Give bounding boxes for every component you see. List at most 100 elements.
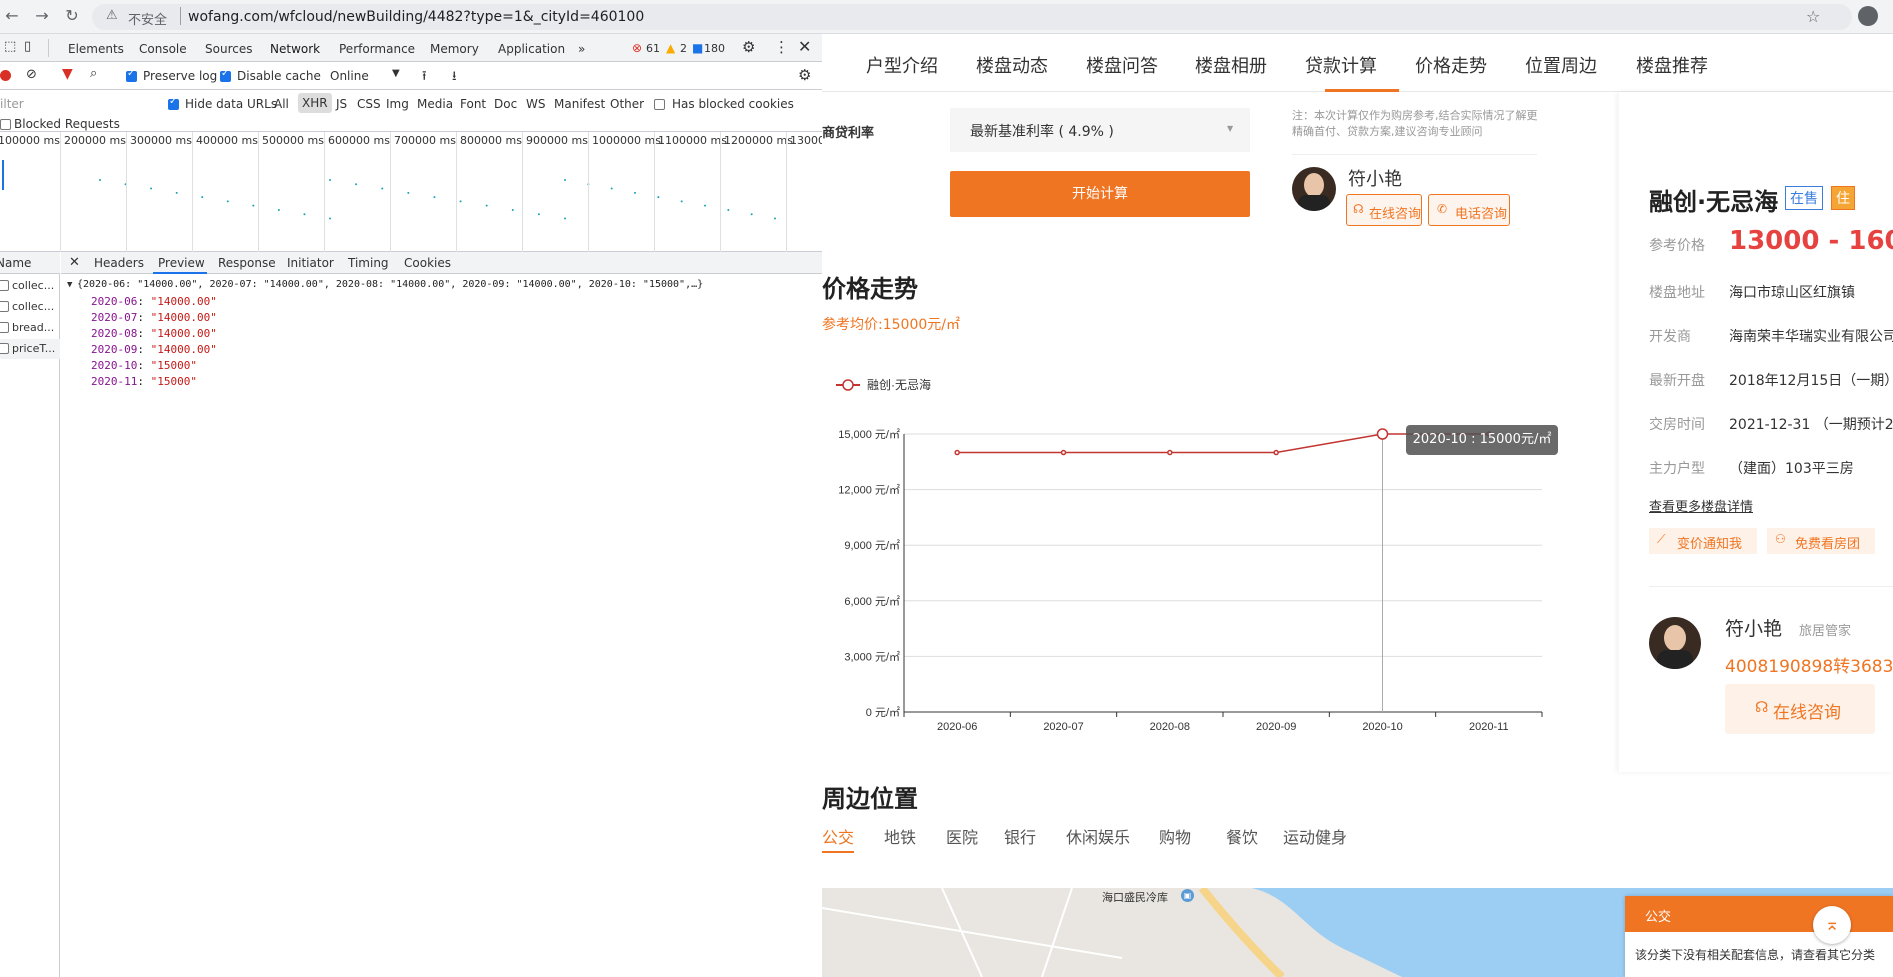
has-blocked-cookies-checkbox[interactable] xyxy=(654,99,665,110)
close-detail-icon[interactable]: ✕ xyxy=(69,255,80,270)
price-trend-chart[interactable]: 融创·无忌海 0 元/㎡ 3,000 元/㎡ 6,000 元/㎡ 9,000 元/㎡ 12… xyxy=(822,324,1562,744)
tab-initiator[interactable]: Initiator xyxy=(287,256,334,270)
filter-type-img[interactable]: Img xyxy=(386,97,409,111)
network-overview-timeline[interactable]: 100000 ms 200000 ms 300000 ms 400000 ms 5000… xyxy=(0,132,859,252)
address-bar[interactable]: ⚠ 不安全 wofang.com/wfcloud/newBuilding/448… xyxy=(92,4,1852,30)
poi-tab[interactable]: 购物 xyxy=(1159,824,1191,848)
kebab-menu-icon[interactable]: ⋮ xyxy=(774,38,789,56)
tab-performance[interactable]: Performance xyxy=(339,42,415,56)
request-row[interactable]: collec... xyxy=(0,297,60,317)
filter-type-js[interactable]: JS xyxy=(336,97,347,111)
agent-consult-button[interactable]: ☊ 在线咨询 xyxy=(1725,684,1875,734)
nav-item[interactable]: 楼盘问答 xyxy=(1086,52,1158,78)
poi-tab[interactable]: 运动健身 xyxy=(1283,824,1347,848)
poi-tab[interactable]: 银行 xyxy=(1004,824,1036,848)
start-calc-button[interactable]: 开始计算 xyxy=(950,171,1250,217)
tab-response[interactable]: Response xyxy=(218,256,276,270)
tab-timing[interactable]: Timing xyxy=(348,256,389,270)
profile-avatar-icon[interactable] xyxy=(1858,6,1878,26)
bookmark-star-icon[interactable]: ☆ xyxy=(1806,7,1820,26)
request-row[interactable]: bread... xyxy=(0,318,60,338)
preserve-log-checkbox[interactable] xyxy=(126,68,137,82)
device-toggle-icon[interactable]: ▯ xyxy=(24,39,31,54)
settings-gear-icon[interactable]: ⚙ xyxy=(742,38,755,56)
preview-row[interactable]: 2020-11: "15000" xyxy=(91,375,197,388)
preview-row[interactable]: 2020-09: "14000.00" xyxy=(91,343,217,356)
close-icon[interactable]: ✕ xyxy=(798,37,811,56)
preview-summary[interactable]: {2020-06: "14000.00", 2020-07: "14000.00… xyxy=(77,279,703,290)
security-label[interactable]: 不安全 xyxy=(128,9,167,28)
phone-consult-button[interactable]: ✆ 电话咨询 xyxy=(1428,194,1510,226)
filter-funnel-icon[interactable]: ▼ xyxy=(62,66,73,82)
nav-item[interactable]: 楼盘推荐 xyxy=(1636,52,1708,78)
poi-tab[interactable]: 地铁 xyxy=(884,824,916,848)
nav-item[interactable]: 楼盘动态 xyxy=(976,52,1048,78)
agent-phone[interactable]: 4008190898转3683 xyxy=(1725,652,1893,677)
tab-network[interactable]: Network xyxy=(263,42,327,68)
message-icon[interactable]: ■ xyxy=(692,41,703,55)
tab-sources[interactable]: Sources xyxy=(205,42,252,56)
tab-application[interactable]: Application xyxy=(498,42,565,56)
nav-item[interactable]: 楼盘相册 xyxy=(1195,52,1267,78)
download-icon[interactable]: ⭳ xyxy=(452,67,457,89)
tab-preview[interactable]: Preview xyxy=(158,256,205,270)
poi-tab[interactable]: 休闲娱乐 xyxy=(1066,824,1130,848)
request-row[interactable]: priceT... xyxy=(0,339,60,359)
filter-type-media[interactable]: Media xyxy=(417,97,453,111)
map-pin-icon[interactable]: ▣ xyxy=(1181,889,1194,902)
blocked-requests-checkbox[interactable] xyxy=(0,119,11,130)
forward-icon[interactable]: → xyxy=(32,6,52,25)
tab-headers[interactable]: Headers xyxy=(94,256,144,270)
filter-type-ws[interactable]: WS xyxy=(526,97,545,111)
filter-type-other[interactable]: Other xyxy=(610,97,644,111)
nav-item[interactable]: 位置周边 xyxy=(1525,52,1597,78)
preview-row[interactable]: 2020-06: "14000.00" xyxy=(91,295,217,308)
filter-type-all[interactable]: All xyxy=(274,97,289,111)
record-icon[interactable] xyxy=(0,70,11,81)
chevron-down-icon[interactable]: ▼ xyxy=(392,68,400,79)
poi-tab[interactable]: 餐饮 xyxy=(1226,824,1258,848)
hide-data-urls-checkbox[interactable] xyxy=(168,96,179,110)
warning-icon[interactable]: ▲ xyxy=(666,41,675,55)
nav-item[interactable]: 户型介绍 xyxy=(866,52,938,78)
filter-input[interactable]: Filter xyxy=(0,97,24,111)
agent-avatar[interactable] xyxy=(1292,167,1336,211)
reload-icon[interactable]: ↻ xyxy=(62,6,82,25)
more-tabs-button[interactable]: » xyxy=(578,42,585,56)
poi-tab[interactable]: 医院 xyxy=(946,824,978,848)
warning-icon[interactable]: ⚠ xyxy=(106,8,118,23)
throttle-select[interactable]: Online xyxy=(330,69,369,83)
request-row[interactable]: collec... xyxy=(0,276,60,296)
error-count[interactable]: 61 xyxy=(646,42,660,55)
inspect-icon[interactable]: ⬚ xyxy=(4,39,16,54)
filter-type-doc[interactable]: Doc xyxy=(494,97,517,111)
expand-triangle-icon[interactable]: ▼ xyxy=(67,280,72,290)
preview-row[interactable]: 2020-10: "15000" xyxy=(91,359,197,372)
more-details-link[interactable]: 查看更多楼盘详情 xyxy=(1649,496,1753,515)
loan-rate-select[interactable]: 最新基准利率 ( 4.9% ) ▼ xyxy=(950,108,1250,152)
tab-console[interactable]: Console xyxy=(139,42,187,56)
clear-icon[interactable]: ⊘ xyxy=(26,67,37,82)
upload-icon[interactable]: ⭱ xyxy=(422,67,427,89)
tab-memory[interactable]: Memory xyxy=(430,42,479,56)
filter-type-xhr[interactable]: XHR xyxy=(298,93,332,113)
nav-item[interactable]: 价格走势 xyxy=(1415,52,1487,78)
name-column-header[interactable]: Name xyxy=(0,256,31,270)
tab-cookies[interactable]: Cookies xyxy=(404,256,451,270)
filter-type-manifest[interactable]: Manifest xyxy=(554,97,605,111)
tab-elements[interactable]: Elements xyxy=(68,42,124,56)
search-icon[interactable]: ⌕ xyxy=(90,66,97,81)
filter-type-font[interactable]: Font xyxy=(460,97,486,111)
warning-count[interactable]: 2 xyxy=(680,42,687,55)
disable-cache-checkbox[interactable] xyxy=(220,68,231,82)
free-visit-button[interactable]: ⚇ 免费看房团 xyxy=(1767,528,1875,554)
online-consult-button[interactable]: ☊ 在线咨询 xyxy=(1346,194,1422,226)
nav-item[interactable]: 贷款计算 xyxy=(1305,52,1377,78)
agent-avatar-large[interactable] xyxy=(1649,617,1701,669)
back-icon[interactable]: ← xyxy=(2,6,22,25)
error-icon[interactable]: ⊗ xyxy=(632,41,642,55)
back-to-top-icon[interactable]: ⌅ xyxy=(1813,906,1851,944)
preview-row[interactable]: 2020-07: "14000.00" xyxy=(91,311,217,324)
network-settings-gear-icon[interactable]: ⚙ xyxy=(798,66,811,84)
price-notify-button[interactable]: ⟋ 变价通知我 xyxy=(1649,528,1757,554)
